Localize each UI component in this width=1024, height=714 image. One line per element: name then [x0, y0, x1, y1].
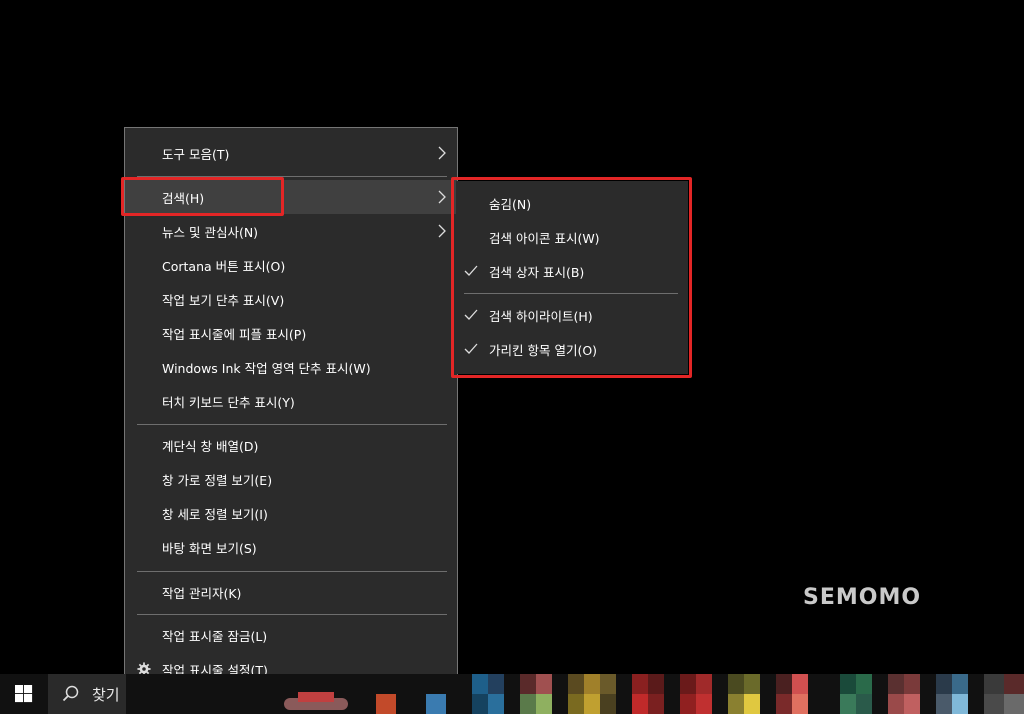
windows-logo-icon	[15, 685, 33, 703]
taskbar-app-icon[interactable]	[568, 674, 616, 714]
taskbar-app-icon[interactable]	[840, 674, 888, 714]
chevron-right-icon	[438, 224, 446, 238]
menu-item-side-by-side[interactable]: 창 세로 정렬 보기(I)	[125, 496, 457, 530]
chevron-right-icon	[438, 190, 446, 204]
taskbar-app-icon[interactable]	[472, 674, 520, 714]
taskbar-app-icon[interactable]	[776, 674, 824, 714]
menu-item-label: 터치 키보드 단추 표시(Y)	[162, 394, 295, 410]
taskbar: 찾기	[0, 674, 1024, 714]
menu-item-toolbars[interactable]: 도구 모음(T)	[125, 136, 457, 170]
menu-item-cortana[interactable]: Cortana 버튼 표시(O)	[125, 248, 457, 282]
menu-item-label: 뉴스 및 관심사(N)	[162, 224, 259, 240]
menu-item-label: 창 가로 정렬 보기(E)	[162, 472, 273, 488]
taskbar-search-box[interactable]: 찾기	[48, 674, 126, 714]
menu-item-label: Windows Ink 작업 영역 단추 표시(W)	[162, 360, 371, 376]
taskbar-app-icon[interactable]	[372, 674, 420, 714]
search-icon	[62, 685, 79, 702]
menu-item-label: 도구 모음(T)	[162, 146, 230, 162]
highlight-box-submenu	[451, 177, 692, 378]
taskbar-app-icon[interactable]	[632, 674, 680, 714]
chevron-right-icon	[438, 146, 446, 160]
menu-item-lock-taskbar[interactable]: 작업 표시줄 잠금(L)	[125, 618, 457, 652]
taskbar-app-icon[interactable]	[936, 674, 984, 714]
taskbar-app-icon[interactable]	[278, 674, 354, 714]
taskbar-app-icon[interactable]	[520, 674, 568, 714]
taskbar-app-icon[interactable]	[728, 674, 776, 714]
highlight-box-search	[121, 177, 284, 216]
menu-item-label: 계단식 창 배열(D)	[162, 438, 259, 454]
menu-item-task-view[interactable]: 작업 보기 단추 표시(V)	[125, 282, 457, 316]
taskbar-app-icon[interactable]	[680, 674, 728, 714]
menu-item-label: Cortana 버튼 표시(O)	[162, 258, 286, 274]
menu-separator	[137, 424, 447, 425]
menu-item-label: 작업 표시줄 잠금(L)	[162, 628, 268, 644]
menu-item-show-desktop[interactable]: 바탕 화면 보기(S)	[125, 530, 457, 564]
taskbar-app-icon[interactable]	[984, 674, 1024, 714]
taskbar-app-icon[interactable]	[888, 674, 936, 714]
menu-item-label: 작업 관리자(K)	[162, 585, 242, 601]
search-box-text: 찾기	[92, 686, 120, 704]
menu-separator	[137, 614, 447, 615]
menu-item-windows-ink[interactable]: Windows Ink 작업 영역 단추 표시(W)	[125, 350, 457, 384]
menu-item-label: 창 세로 정렬 보기(I)	[162, 506, 268, 522]
watermark: SEMOMO	[803, 585, 922, 610]
menu-item-news-interests[interactable]: 뉴스 및 관심사(N)	[125, 214, 457, 248]
menu-item-people[interactable]: 작업 표시줄에 피플 표시(P)	[125, 316, 457, 350]
menu-item-label: 작업 보기 단추 표시(V)	[162, 292, 285, 308]
taskbar-app-icon[interactable]	[420, 674, 468, 714]
menu-item-stacked[interactable]: 창 가로 정렬 보기(E)	[125, 462, 457, 496]
start-button[interactable]	[0, 674, 48, 714]
menu-separator	[137, 571, 447, 572]
menu-item-cascade[interactable]: 계단식 창 배열(D)	[125, 428, 457, 462]
menu-item-touch-keyboard[interactable]: 터치 키보드 단추 표시(Y)	[125, 384, 457, 418]
menu-item-label: 바탕 화면 보기(S)	[162, 540, 257, 556]
menu-item-label: 작업 표시줄에 피플 표시(P)	[162, 326, 307, 342]
menu-item-task-manager[interactable]: 작업 관리자(K)	[125, 575, 457, 609]
